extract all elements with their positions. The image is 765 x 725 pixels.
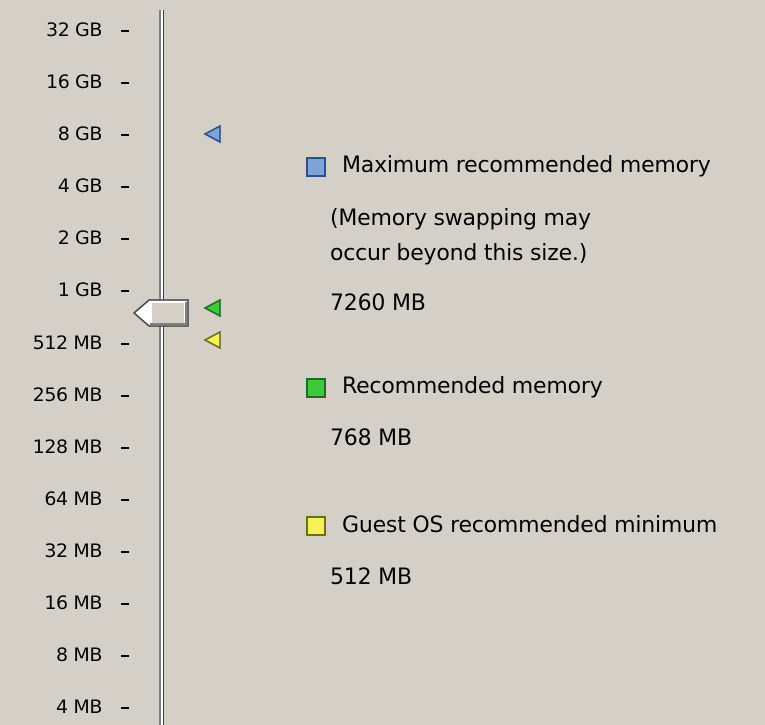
guest-minimum-marker-icon <box>203 330 221 350</box>
tick-mark <box>121 186 129 188</box>
guest-minimum-value: 512 MB <box>330 565 412 590</box>
recommended-memory-value: 768 MB <box>330 426 412 451</box>
memory-slider-track[interactable] <box>159 10 164 725</box>
tick-mark <box>121 134 129 136</box>
tick-label-64mb: 64 MB <box>44 488 102 510</box>
tick-label-8mb: 8 MB <box>56 644 102 666</box>
tick-label-2gb: 2 GB <box>57 227 103 249</box>
maximum-memory-value: 7260 MB <box>330 291 426 316</box>
tick-mark <box>121 655 129 657</box>
tick-mark <box>121 707 129 709</box>
tick-label-32gb: 32 GB <box>46 19 102 41</box>
guest-minimum-label: Guest OS recommended minimum <box>342 513 718 538</box>
recommended-memory-marker-icon <box>203 298 221 318</box>
tick-mark <box>121 603 129 605</box>
maximum-memory-legend-icon <box>306 157 326 177</box>
tick-label-512mb: 512 MB <box>32 332 103 354</box>
recommended-memory-label: Recommended memory <box>342 374 603 399</box>
maximum-memory-note-line2: occur beyond this size.) <box>330 241 588 266</box>
tick-label-16gb: 16 GB <box>46 71 102 93</box>
tick-label-256mb: 256 MB <box>32 384 103 406</box>
tick-mark <box>121 499 129 501</box>
tick-label-128mb: 128 MB <box>32 436 103 458</box>
tick-mark <box>121 395 129 397</box>
memory-slider-thumb[interactable] <box>132 298 190 328</box>
tick-mark <box>121 82 129 84</box>
tick-label-4gb: 4 GB <box>57 175 103 197</box>
tick-mark <box>121 343 129 345</box>
tick-mark <box>121 238 129 240</box>
maximum-memory-label: Maximum recommended memory <box>342 153 711 178</box>
tick-mark <box>121 551 129 553</box>
tick-label-8gb: 8 GB <box>57 123 103 145</box>
tick-mark <box>121 447 129 449</box>
tick-label-4mb: 4 MB <box>56 696 102 718</box>
tick-label-1gb: 1 GB <box>57 279 103 301</box>
guest-minimum-legend-icon <box>306 516 326 536</box>
maximum-memory-marker-icon <box>203 124 221 144</box>
maximum-memory-note-line1: (Memory swapping may <box>330 206 591 231</box>
tick-label-32mb: 32 MB <box>44 540 102 562</box>
recommended-memory-legend-icon <box>306 378 326 398</box>
tick-mark <box>121 290 129 292</box>
tick-label-16mb: 16 MB <box>44 592 102 614</box>
tick-mark <box>121 30 129 32</box>
memory-settings-panel: 32 GB 16 GB 8 GB 4 GB 2 GB 1 GB 512 MB 2… <box>0 0 765 725</box>
